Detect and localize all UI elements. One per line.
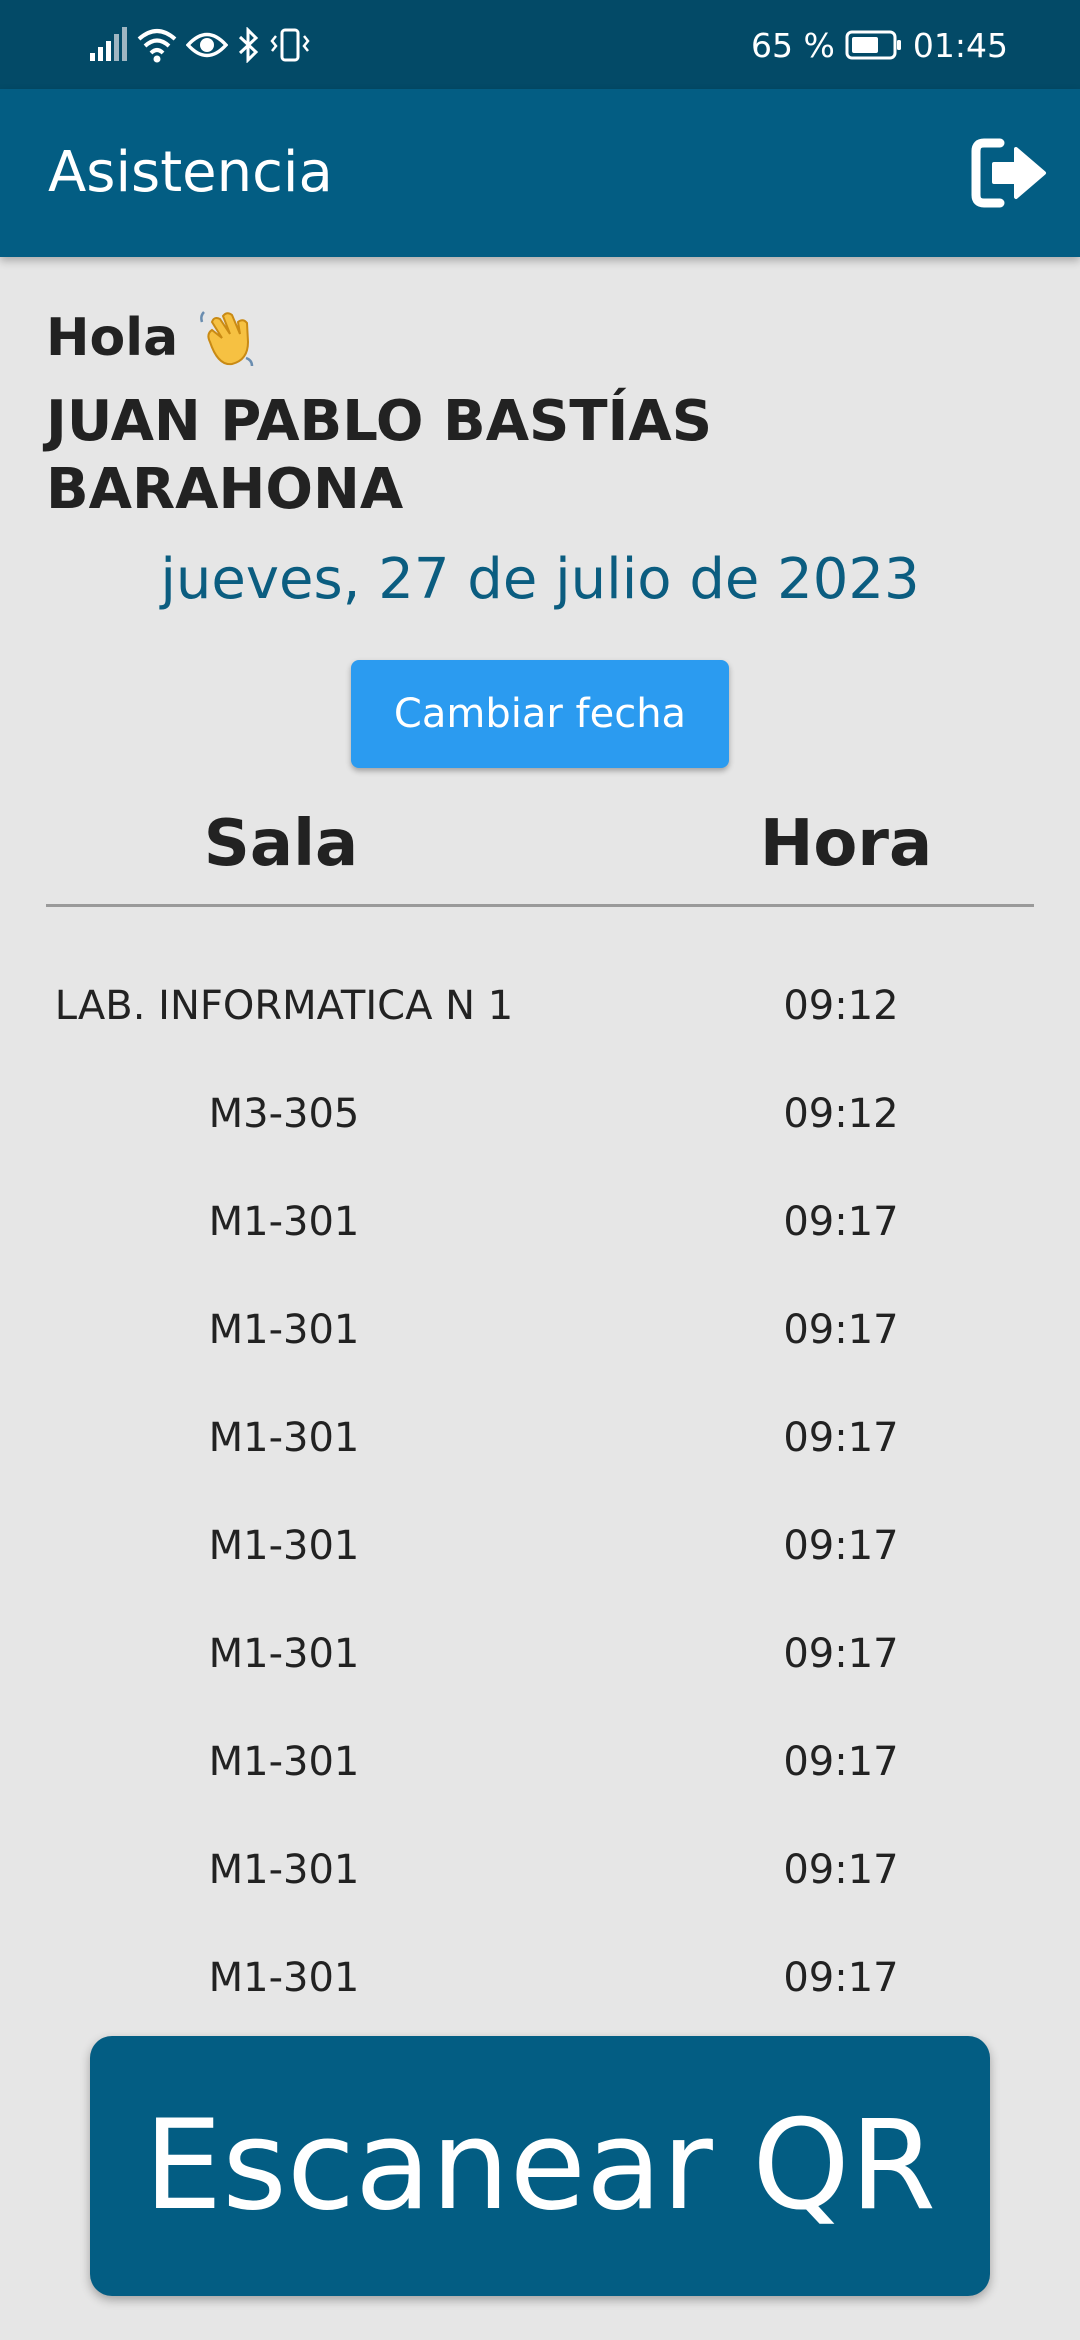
row-sala: M1-301 (208, 1955, 360, 2001)
row-hora: 09:17 (783, 1955, 899, 2001)
status-bar: 65 % 01:45 (0, 0, 1080, 89)
row-hora: 09:17 (783, 1415, 899, 1461)
row-hora: 09:17 (783, 1307, 899, 1353)
greeting-text: Hola (46, 308, 179, 368)
row-sala: LAB. INFORMATICA N 1 (54, 983, 514, 1029)
table-row: M1-301 09:17 (46, 1600, 1034, 1708)
battery-icon (845, 30, 901, 60)
table-row: M1-301 09:17 (46, 1384, 1034, 1492)
row-sala: M3-305 (208, 1091, 360, 1137)
eye-icon (186, 32, 228, 58)
app-title: Asistencia (48, 140, 333, 205)
user-name: JUAN PABLO BASTÍAS BARAHONA (46, 389, 713, 522)
column-header-sala: Sala (203, 807, 359, 881)
row-sala: M1-301 (208, 1739, 360, 1785)
table-row: M1-301 09:17 (46, 1924, 1034, 2032)
table-row: M1-301 09:17 (46, 1708, 1034, 1816)
row-sala: M1-301 (208, 1847, 360, 1893)
row-sala: M1-301 (208, 1415, 360, 1461)
column-header-hora: Hora (759, 807, 933, 881)
status-icons-left (88, 20, 310, 70)
scan-qr-button[interactable]: Escanear QR (90, 2036, 990, 2296)
attendance-list: LAB. INFORMATICA N 1 09:12 M3-305 09:12 … (46, 952, 1034, 2032)
table-row: M3-305 09:12 (46, 1060, 1034, 1168)
vibrate-icon (270, 28, 310, 62)
selected-date: jueves, 27 de julio de 2023 (160, 547, 920, 612)
greeting: Hola (46, 300, 256, 376)
table-row: M1-301 09:17 (46, 1816, 1034, 1924)
row-hora: 09:12 (783, 983, 899, 1029)
table-row: M1-301 09:17 (46, 1168, 1034, 1276)
row-sala: M1-301 (208, 1631, 360, 1677)
logout-button[interactable] (970, 137, 1050, 209)
row-hora: 09:17 (783, 1523, 899, 1569)
row-hora: 09:17 (783, 1631, 899, 1677)
change-date-button[interactable]: Cambiar fecha (351, 660, 729, 768)
table-row: LAB. INFORMATICA N 1 09:12 (46, 952, 1034, 1060)
battery-percent: 65 % (751, 25, 835, 65)
signal-icon (90, 27, 127, 61)
row-hora: 09:17 (783, 1739, 899, 1785)
logout-icon (971, 138, 1046, 208)
clock: 01:45 (912, 25, 1008, 65)
bluetooth-icon (238, 27, 259, 63)
status-icons-right: 65 % 01:45 (751, 20, 1008, 70)
row-hora: 09:17 (783, 1847, 899, 1893)
table-row: M1-301 09:17 (46, 1276, 1034, 1384)
table-row: M1-301 09:17 (46, 1492, 1034, 1600)
table-header: Sala Hora (46, 800, 1034, 907)
row-sala: M1-301 (208, 1523, 360, 1569)
wifi-icon (137, 29, 177, 63)
row-sala: M1-301 (208, 1307, 360, 1353)
app-bar: Asistencia (0, 89, 1080, 257)
row-sala: M1-301 (208, 1199, 360, 1245)
waving-hand-icon (200, 311, 254, 367)
row-hora: 09:12 (783, 1091, 899, 1137)
row-hora: 09:17 (783, 1199, 899, 1245)
